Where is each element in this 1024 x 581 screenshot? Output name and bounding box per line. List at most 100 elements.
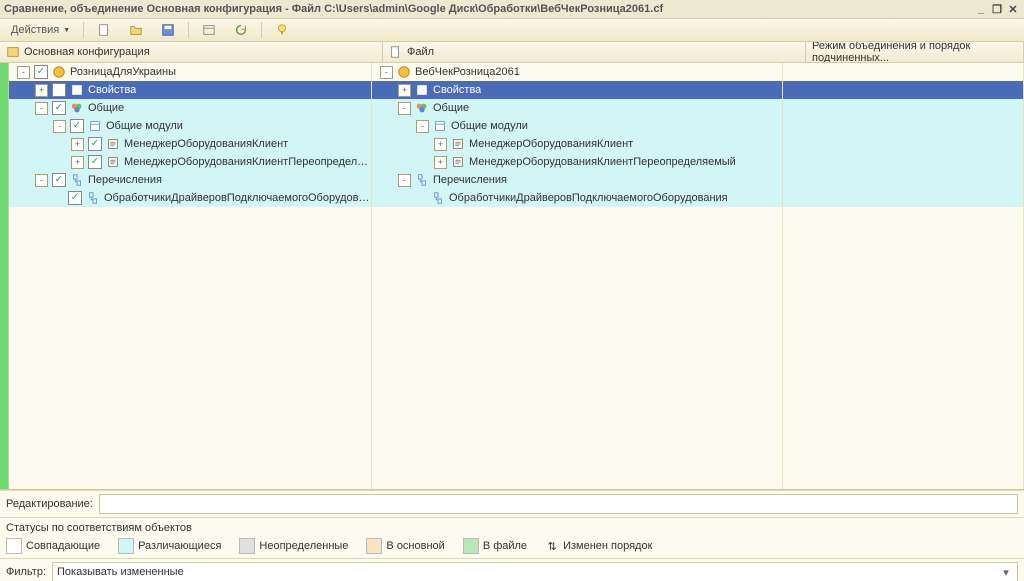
conf-icon (52, 65, 66, 79)
folder-icon (88, 119, 102, 133)
legend-item: В основной (366, 538, 444, 554)
expand-toggle[interactable]: + (71, 156, 84, 169)
minimize-button[interactable]: _ (974, 2, 988, 16)
tree-row[interactable]: + МенеджерОборудованияКлиентПереопределяе… (372, 153, 782, 171)
tree-row[interactable]: - Перечисления (372, 171, 782, 189)
legend-item: Различающиеся (118, 538, 221, 554)
tree-row[interactable]: + ✓ МенеджерОборудованияКлиент (9, 135, 371, 153)
module-icon (451, 155, 465, 169)
include-checkbox[interactable] (52, 83, 66, 97)
include-checkbox[interactable]: ✓ (88, 137, 102, 151)
node-label: ВебЧекРозница2061 (415, 66, 520, 78)
maximize-button[interactable]: ❐ (990, 2, 1004, 16)
include-checkbox[interactable]: ✓ (68, 191, 82, 205)
expand-toggle[interactable]: - (35, 174, 48, 187)
prop-icon (70, 83, 84, 97)
expand-toggle[interactable]: + (398, 84, 411, 97)
node-label: Перечисления (433, 174, 507, 186)
node-label: МенеджерОборудованияКлиент (124, 138, 288, 150)
expand-toggle[interactable]: - (416, 120, 429, 133)
header-file[interactable]: Файл (383, 42, 806, 62)
find-button[interactable] (195, 20, 223, 40)
tree-row[interactable]: - Общие (372, 99, 782, 117)
node-label: ОбработчикиДрайверовПодключаемогоОборудо… (449, 192, 728, 204)
window-title: Сравнение, объединение Основная конфигур… (4, 3, 974, 15)
node-label: МенеджерОборудованияКлиентПереопределяем… (469, 156, 736, 168)
expand-toggle[interactable]: + (434, 156, 447, 169)
tree-mode-col (783, 63, 1024, 489)
node-label: Общие (433, 102, 469, 114)
tree-row[interactable]: +Свойства (9, 81, 371, 99)
folder-icon (433, 119, 447, 133)
include-checkbox[interactable]: ✓ (52, 101, 66, 115)
common-icon (70, 101, 84, 115)
tree-row[interactable]: ОбработчикиДрайверовПодключаемогоОборудо… (372, 189, 782, 207)
legend-item: Совпадающие (6, 538, 100, 554)
include-checkbox[interactable]: ✓ (34, 65, 48, 79)
expand-toggle[interactable]: + (71, 138, 84, 151)
header-mode[interactable]: Режим объединения и порядок подчиненных.… (806, 42, 1024, 62)
tree-row[interactable]: ✓ ОбработчикиДрайверовПодключаемогоОборуд… (9, 189, 371, 207)
conf-icon (397, 65, 411, 79)
tree-row[interactable]: -Общие модули (372, 117, 782, 135)
tree-row[interactable]: + МенеджерОборудованияКлиент (372, 135, 782, 153)
expand-toggle[interactable] (416, 193, 427, 204)
expand-toggle[interactable]: - (35, 102, 48, 115)
node-label: РозницаДляУкраины (70, 66, 176, 78)
enum-icon (415, 173, 429, 187)
node-label: МенеджерОборудованияКлиентПереопределяе.… (124, 156, 371, 168)
tree-row[interactable]: + ✓ МенеджерОборудованияКлиентПереопределя… (9, 153, 371, 171)
edit-field[interactable] (99, 494, 1018, 514)
include-checkbox[interactable]: ✓ (70, 119, 84, 133)
tree-left[interactable]: -✓РозницаДляУкраины+Свойства-✓Общие-✓Общ… (9, 63, 372, 489)
module-icon (106, 137, 120, 151)
enum-icon (431, 191, 445, 205)
enum-icon (86, 191, 100, 205)
save-button[interactable] (154, 20, 182, 40)
expand-toggle[interactable]: + (434, 138, 447, 151)
statuses-title: Статусы по соответствиям объектов (6, 522, 192, 534)
node-label: ОбработчикиДрайверовПодключаемогоОборудо… (104, 192, 371, 204)
refresh-button[interactable] (227, 20, 255, 40)
filter-select[interactable]: Показывать измененные▾ (52, 562, 1018, 581)
prop-icon (415, 83, 429, 97)
legend-item: ⇅Изменен порядок (545, 538, 652, 554)
include-checkbox[interactable]: ✓ (88, 155, 102, 169)
node-label: Общие модули (106, 120, 183, 132)
expand-toggle[interactable]: - (53, 120, 66, 133)
diff-gutter (0, 63, 9, 489)
module-icon (106, 155, 120, 169)
actions-menu[interactable]: Действия▼ (4, 20, 77, 40)
include-checkbox[interactable]: ✓ (52, 173, 66, 187)
tree-body: -✓РозницаДляУкраины+Свойства-✓Общие-✓Общ… (0, 63, 1024, 490)
tree-row[interactable]: -✓ РозницаДляУкраины (9, 63, 371, 81)
tree-row[interactable]: - ВебЧекРозница2061 (372, 63, 782, 81)
expand-toggle[interactable]: - (398, 174, 411, 187)
tree-right[interactable]: -ВебЧекРозница2061+Свойства-Общие-Общие … (372, 63, 783, 489)
enum-icon (70, 173, 84, 187)
legend-item: В файле (463, 538, 527, 554)
open-button[interactable] (122, 20, 150, 40)
expand-toggle[interactable]: + (35, 84, 48, 97)
edit-row: Редактирование: (0, 490, 1024, 517)
tree-row[interactable]: + Свойства (372, 81, 782, 99)
node-label: Свойства (433, 84, 481, 96)
column-headers: Основная конфигурация Файл Режим объедин… (0, 42, 1024, 63)
new-button[interactable] (90, 20, 118, 40)
legend-item: Неопределенные (239, 538, 348, 554)
tree-row[interactable]: -✓ Общие модули (9, 117, 371, 135)
expand-toggle[interactable]: - (380, 66, 393, 79)
expand-toggle[interactable]: - (398, 102, 411, 115)
tree-row[interactable]: -✓ Общие (9, 99, 371, 117)
filter-label: Фильтр: (6, 566, 46, 578)
node-label: Общие (88, 102, 124, 114)
tree-row[interactable]: -✓Перечисления (9, 171, 371, 189)
common-icon (415, 101, 429, 115)
node-label: МенеджерОборудованияКлиент (469, 138, 633, 150)
header-main[interactable]: Основная конфигурация (0, 42, 383, 62)
close-button[interactable]: ✕ (1006, 2, 1020, 16)
expand-toggle[interactable]: - (17, 66, 30, 79)
expand-toggle[interactable] (53, 193, 64, 204)
hint-button[interactable] (268, 20, 296, 40)
chevron-down-icon: ▾ (999, 566, 1013, 579)
